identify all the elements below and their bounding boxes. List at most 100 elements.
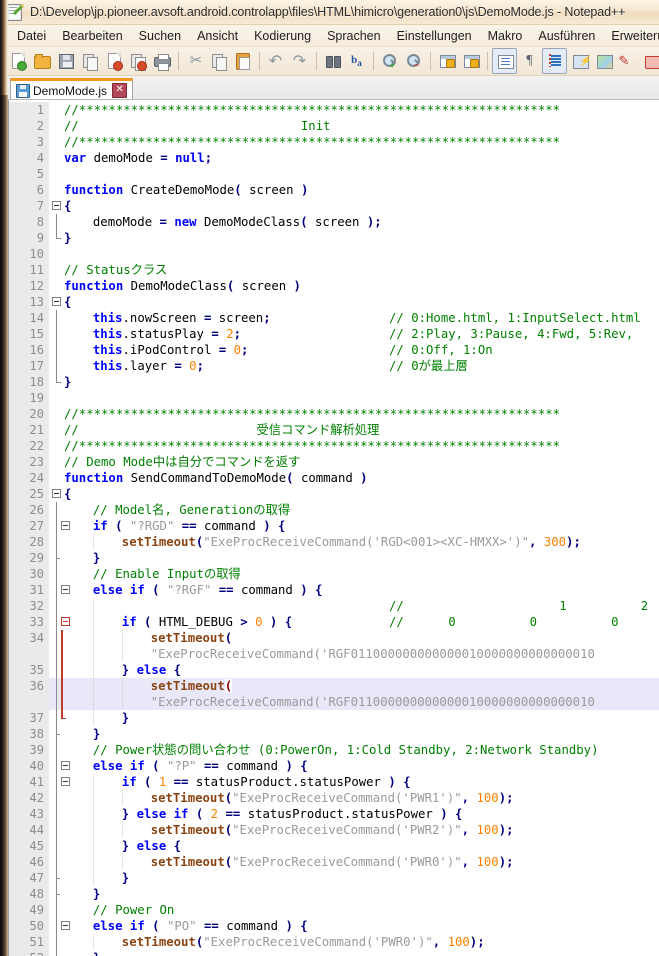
new-file-button[interactable] [6, 49, 29, 73]
code-line[interactable]: 5 [9, 166, 659, 182]
close-all-files-button[interactable] [126, 49, 149, 73]
code-line[interactable]: 18} [9, 374, 659, 390]
word-wrap-button[interactable] [492, 48, 517, 74]
find-button[interactable] [321, 49, 344, 73]
fold-margin[interactable] [49, 406, 64, 422]
code-line[interactable]: "ExeProcReceiveCommand('RGF0110000000000… [9, 694, 659, 710]
code-line[interactable]: 9} [9, 230, 659, 246]
code-line[interactable]: 41 if ( 1 == statusProduct.statusPower ) … [9, 774, 659, 790]
fold-margin[interactable] [49, 310, 64, 326]
fold-margin[interactable] [49, 550, 64, 566]
code-line[interactable]: 48} [9, 886, 659, 902]
fold-margin[interactable] [49, 694, 64, 710]
code-line[interactable]: 21 // 受信コマンド解析処理 [9, 422, 659, 438]
fold-margin[interactable] [49, 278, 64, 294]
folder-as-workspace-button[interactable] [640, 49, 659, 73]
menu-item-makro[interactable]: Makro [480, 27, 531, 45]
code-line[interactable]: 34 setTimeout( [9, 630, 659, 646]
fold-margin[interactable] [49, 358, 64, 374]
fold-margin[interactable] [49, 262, 64, 278]
fold-margin[interactable] [49, 294, 64, 310]
undo-button[interactable]: ↶ [264, 49, 287, 73]
menu-item-sprachen[interactable]: Sprachen [319, 27, 389, 45]
sync-vertical-scroll-button[interactable] [435, 49, 458, 73]
code-line[interactable]: 14 this.nowScreen = screen; // 0:Home.html… [9, 310, 659, 326]
user-defined-dialog-button[interactable]: ⚡ [568, 49, 591, 73]
fold-margin[interactable] [49, 102, 64, 118]
code-line[interactable]: 2 // Init [9, 118, 659, 134]
code-line[interactable]: 25 { [9, 486, 659, 502]
fold-margin[interactable] [49, 438, 64, 454]
code-line[interactable]: 15 this.statusPlay = 2; // 2:Play, 3:Pause… [9, 326, 659, 342]
copy-button[interactable] [207, 49, 230, 73]
fold-margin[interactable] [49, 758, 70, 774]
code-line[interactable]: 7{ [9, 198, 659, 214]
code-line[interactable]: 51 setTimeout("ExeProcReceiveCommand('PWR… [9, 934, 659, 950]
code-line[interactable]: 52} [9, 950, 659, 956]
code-line[interactable]: 27 if ( "?RGD" == command ) { [9, 518, 659, 534]
code-line[interactable]: 8 demoMode = new DemoModeClass( screen ); [9, 214, 659, 230]
fold-margin[interactable] [49, 342, 64, 358]
fold-margin[interactable] [49, 598, 64, 614]
code-line[interactable]: 17 this.layer = 0; // 0が最上層 [9, 358, 659, 374]
fold-margin[interactable] [49, 518, 70, 534]
code-line[interactable]: 39 // Power状態の問い合わせ (0:PowerOn, 1:Cold St… [9, 742, 659, 758]
code-line[interactable]: 11 // Statusクラス [9, 262, 659, 278]
fold-margin[interactable] [49, 742, 64, 758]
menu-item-datei[interactable]: Datei [9, 27, 54, 45]
fold-margin[interactable] [49, 934, 64, 950]
code-line[interactable]: 29} [9, 550, 659, 566]
code-line[interactable]: 44 setTimeout("ExeProcReceiveCommand('PWR… [9, 822, 659, 838]
code-editor[interactable]: 1 //*************************************… [8, 100, 659, 956]
fold-margin[interactable] [49, 454, 64, 470]
fold-margin[interactable] [49, 870, 64, 886]
fold-margin[interactable] [49, 822, 64, 838]
fold-margin[interactable] [49, 806, 64, 822]
fold-margin[interactable] [49, 150, 64, 166]
fold-margin[interactable] [49, 198, 64, 214]
code-line[interactable]: 4 var demoMode = null; [9, 150, 659, 166]
paste-button[interactable] [231, 49, 254, 73]
fold-margin[interactable] [49, 838, 64, 854]
code-line[interactable]: 12 function DemoModeClass( screen ) [9, 278, 659, 294]
code-line[interactable]: 45} else { [9, 838, 659, 854]
fold-margin[interactable] [49, 678, 64, 694]
zoom-in-button[interactable]: + [378, 49, 401, 73]
fold-margin[interactable] [49, 918, 70, 934]
code-line[interactable]: 16 this.iPodControl = 0; // 0:Off, 1:On [9, 342, 659, 358]
function-list-button[interactable]: ✎ [616, 49, 639, 73]
redo-button[interactable]: ↷ [288, 49, 311, 73]
fold-margin[interactable] [49, 326, 64, 342]
code-line[interactable]: 20 //************************************… [9, 406, 659, 422]
cut-button[interactable]: ✂ [183, 49, 206, 73]
code-line[interactable]: 22 //************************************… [9, 438, 659, 454]
code-line[interactable]: 24 function SendCommandToDemoMode( comman… [9, 470, 659, 486]
menu-item-suchen[interactable]: Suchen [131, 27, 189, 45]
code-line[interactable]: 35} else { [9, 662, 659, 678]
code-line[interactable]: 33 if ( HTML_DEBUG > 0 ) {// 0 0 0 [9, 614, 659, 630]
code-line[interactable]: 1 //*************************************… [9, 102, 659, 118]
fold-margin[interactable] [49, 166, 64, 182]
zoom-out-button[interactable]: − [402, 49, 425, 73]
save-all-button[interactable] [78, 49, 101, 73]
fold-margin[interactable] [49, 182, 64, 198]
save-button[interactable] [54, 49, 77, 73]
fold-margin[interactable] [49, 230, 64, 246]
fold-margin[interactable] [49, 118, 64, 134]
code-line[interactable]: 31 else if ( "?RGF" == command ) { [9, 582, 659, 598]
fold-margin[interactable] [49, 534, 64, 550]
fold-margin[interactable] [49, 374, 64, 390]
fold-margin[interactable] [49, 886, 64, 902]
code-line[interactable]: 47} [9, 870, 659, 886]
replace-button[interactable]: ba [345, 49, 368, 73]
show-all-characters-button[interactable]: ¶ [518, 49, 541, 73]
fold-margin[interactable] [49, 726, 64, 742]
show-indent-guide-button[interactable] [542, 48, 567, 74]
menu-item-ansicht[interactable]: Ansicht [189, 27, 246, 45]
code-line[interactable]: 28 setTimeout("ExeProcReceiveCommand('RGD… [9, 534, 659, 550]
code-line[interactable]: 46 setTimeout("ExeProcReceiveCommand('PWR… [9, 854, 659, 870]
code-line[interactable]: 50 else if ( "PO" == command ) { [9, 918, 659, 934]
fold-margin[interactable] [49, 854, 64, 870]
open-file-button[interactable] [30, 49, 53, 73]
fold-margin[interactable] [49, 422, 64, 438]
